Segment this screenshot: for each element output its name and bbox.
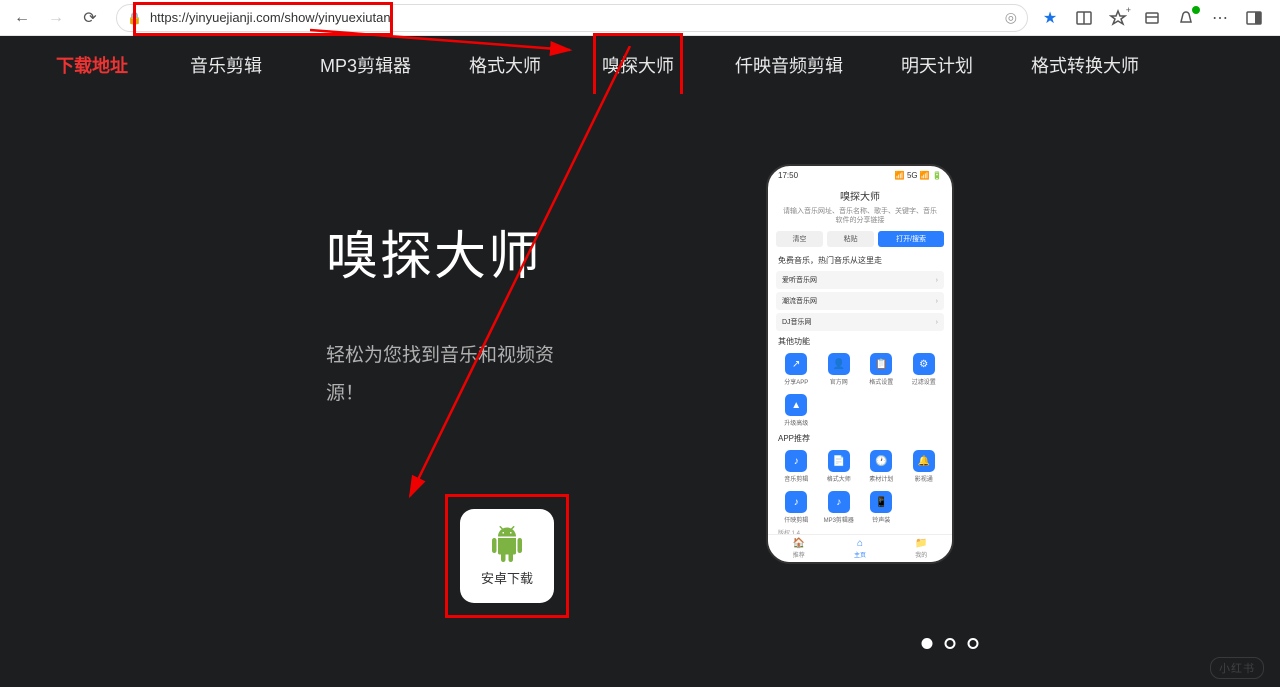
hero-section: 嗅探大师 轻松为您找到音乐和视频资源！ 17:50📶 5G 📶 🔋 嗅探大师 请… xyxy=(0,94,1280,687)
phone-app-item: 🔔影视通 xyxy=(904,450,945,483)
carousel-dot-3[interactable] xyxy=(968,638,979,649)
site-nav: 下载地址 音乐剪辑 MP3剪辑器 格式大师 嗅探大师 仟映音频剪辑 明天计划 格… xyxy=(0,36,1280,94)
browser-toolbar: ← → ⟳ 🔒 ◎ ★ + ⋯ xyxy=(0,0,1280,36)
nav-item-music-edit[interactable]: 音乐剪辑 xyxy=(184,36,268,94)
back-button[interactable]: ← xyxy=(8,4,36,32)
phone-tab: ⌂主页 xyxy=(854,538,866,559)
phone-app-item: ♪音乐剪辑 xyxy=(776,450,817,483)
phone-clear-button: 清空 xyxy=(776,231,823,247)
phone-section-free-music: 免费音乐，热门音乐从这里走 xyxy=(768,253,952,268)
reader-icon[interactable]: ◎ xyxy=(1005,9,1017,26)
more-icon[interactable]: ⋯ xyxy=(1210,8,1230,28)
phone-app-item: 🕐素材计划 xyxy=(861,450,902,483)
side-panel-icon[interactable] xyxy=(1244,8,1264,28)
phone-app-item: ▲升级高级 xyxy=(776,394,817,427)
badge-green-icon xyxy=(1192,6,1200,14)
nav-item-mp3-editor[interactable]: MP3剪辑器 xyxy=(314,36,417,94)
carousel-dot-2[interactable] xyxy=(945,638,956,649)
phone-app-item: ⚙过滤设置 xyxy=(904,353,945,386)
url-input[interactable] xyxy=(150,10,997,25)
phone-section-app-rec: APP推荐 xyxy=(768,431,952,446)
phone-app-item: 📱铃声装 xyxy=(861,491,902,524)
refresh-button[interactable]: ⟳ xyxy=(76,4,104,32)
shopping-icon[interactable] xyxy=(1176,8,1196,28)
nav-item-qianying-audio[interactable]: 仟映音频剪辑 xyxy=(729,36,849,94)
phone-tab-bar: 🏠推荐 ⌂主页 📁我的 xyxy=(768,534,952,562)
phone-list-item: DJ音乐网 xyxy=(776,313,944,331)
annotation-download-highlight: 安卓下载 xyxy=(445,494,569,618)
phone-app-item: ♪仟映剪辑 xyxy=(776,491,817,524)
phone-tab: 🏠推荐 xyxy=(793,538,805,559)
phone-app-item: 📋格式设置 xyxy=(861,353,902,386)
phone-app-item: 👤官方网 xyxy=(819,353,860,386)
phone-search-button: 打开/搜索 xyxy=(878,231,944,247)
android-download-button[interactable]: 安卓下载 xyxy=(460,509,554,603)
hero-title: 嗅探大师 xyxy=(326,214,586,289)
browser-toolbar-right: ★ + ⋯ xyxy=(1040,8,1272,28)
phone-tab: 📁我的 xyxy=(915,538,927,559)
lock-icon: 🔒 xyxy=(127,11,142,25)
nav-item-format-master[interactable]: 格式大师 xyxy=(463,36,547,94)
address-bar[interactable]: 🔒 ◎ xyxy=(116,4,1028,32)
phone-search-hint: 请输入音乐网址、音乐名称、歌手、关键字、音乐软件的分享链接 xyxy=(768,207,952,231)
carousel-dots xyxy=(922,638,979,649)
watermark: 小红书 xyxy=(1210,657,1264,679)
split-screen-icon[interactable] xyxy=(1074,8,1094,28)
phone-app-item: 📄格式大师 xyxy=(819,450,860,483)
favorite-star-icon[interactable]: ★ xyxy=(1040,8,1060,28)
site-logo[interactable]: 下载地址 xyxy=(56,52,128,78)
phone-list-item: 爱听音乐网 xyxy=(776,271,944,289)
hero-text-block: 嗅探大师 轻松为您找到音乐和视频资源！ xyxy=(326,164,586,413)
phone-app-item: ♪MP3剪辑器 xyxy=(819,491,860,524)
nav-item-sniff-master[interactable]: 嗅探大师 xyxy=(593,33,683,97)
nav-item-tomorrow-plan[interactable]: 明天计划 xyxy=(895,36,979,94)
phone-app-title: 嗅探大师 xyxy=(768,184,952,207)
phone-mockup: 17:50📶 5G 📶 🔋 嗅探大师 请输入音乐网址、音乐名称、歌手、关键字、音… xyxy=(766,164,954,564)
phone-paste-button: 粘贴 xyxy=(827,231,874,247)
carousel-dot-1[interactable] xyxy=(922,638,933,649)
collections-icon[interactable] xyxy=(1142,8,1162,28)
nav-item-format-convert[interactable]: 格式转换大师 xyxy=(1025,36,1145,94)
phone-app-item: ↗分享APP xyxy=(776,353,817,386)
phone-status-bar: 17:50📶 5G 📶 🔋 xyxy=(768,166,952,184)
favorites-icon[interactable]: + xyxy=(1108,8,1128,28)
hero-description: 轻松为您找到音乐和视频资源！ xyxy=(326,337,586,413)
android-icon xyxy=(489,526,525,562)
phone-list-item: 潮流音乐网 xyxy=(776,292,944,310)
phone-section-other: 其他功能 xyxy=(768,334,952,349)
forward-button[interactable]: → xyxy=(42,4,70,32)
download-label: 安卓下载 xyxy=(481,568,533,587)
